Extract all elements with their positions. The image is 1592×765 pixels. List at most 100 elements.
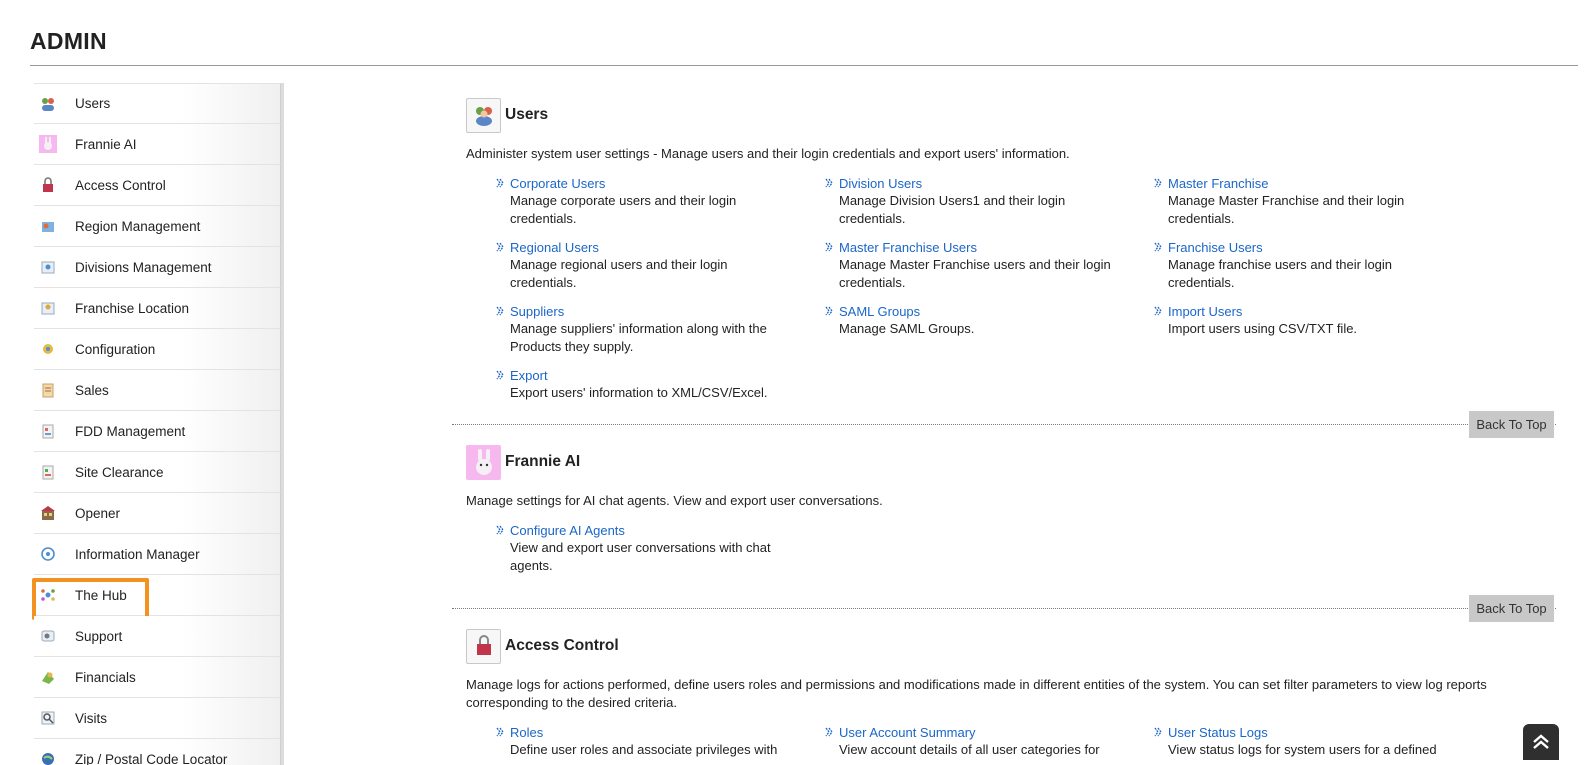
double-chevron-up-icon (1533, 734, 1549, 749)
user-account-summary-link[interactable]: User Account Summary (839, 724, 1125, 741)
title-divider (30, 65, 1578, 66)
sidebar-item-label: Access Control (75, 177, 166, 193)
sidebar-item-information-manager[interactable]: Information Manager (34, 534, 281, 575)
configure-ai-agents-link[interactable]: Configure AI Agents (510, 522, 796, 539)
sidebar-item-label: Sales (75, 382, 109, 398)
sidebar-item-zip-postal-code-locator[interactable]: Zip / Postal Code Locator (34, 739, 281, 765)
sidebar-item-franchise-location[interactable]: Franchise Location (34, 288, 281, 329)
link-description: Manage Master Franchise users and their … (839, 257, 1111, 290)
suppliers-link[interactable]: Suppliers (510, 303, 796, 320)
sidebar-item-label: FDD Management (75, 423, 186, 439)
location-icon (39, 299, 57, 317)
arrow-icon (496, 178, 504, 188)
sidebar-item-financials[interactable]: Financials (34, 657, 281, 698)
sidebar-item-label: Configuration (75, 341, 156, 357)
link-description: Manage suppliers' information along with… (510, 321, 767, 354)
link-description: Export users' information to XML/CSV/Exc… (510, 385, 768, 400)
sidebar-item-label: Frannie AI (75, 136, 137, 152)
section-header: Users (466, 96, 1562, 134)
support-icon (39, 627, 57, 645)
link-description: View account details of all user categor… (839, 742, 1100, 757)
master-franchise-link[interactable]: Master Franchise (1168, 175, 1454, 192)
arrow-icon (1154, 178, 1162, 188)
sidebar-item-label: Site Clearance (75, 464, 164, 480)
arrow-icon (496, 306, 504, 316)
users-icon (466, 97, 501, 133)
divisions-icon (39, 258, 57, 276)
link-item: Regional Users Manage regional users and … (496, 239, 796, 292)
frannie-ai-section: Frannie AI Manage settings for AI chat a… (452, 425, 1562, 622)
fdd-icon (39, 422, 57, 440)
corporate-users-link[interactable]: Corporate Users (510, 175, 796, 192)
link-description: Manage SAML Groups. (839, 321, 975, 336)
lock-icon (39, 176, 57, 194)
link-description: Import users using CSV/TXT file. (1168, 321, 1358, 336)
user-status-logs-link[interactable]: User Status Logs (1168, 724, 1454, 741)
link-description: Manage regional users and their login cr… (510, 257, 728, 290)
sidebar-item-configuration[interactable]: Configuration (34, 329, 281, 370)
lock-icon (466, 628, 501, 664)
link-item: User Account Summary View account details… (825, 724, 1125, 759)
arrow-icon (1154, 727, 1162, 737)
link-item: Export Export users' information to XML/C… (496, 367, 796, 402)
bunny-icon (39, 135, 57, 153)
export-link[interactable]: Export (510, 367, 796, 384)
access-links: Roles Define user roles and associate pri… (496, 724, 1562, 765)
sidebar-item-support[interactable]: Support (34, 616, 281, 657)
frannie-links: Configure AI Agents View and export user … (496, 522, 1562, 586)
users-icon (39, 95, 57, 113)
section-description: Administer system user settings - Manage… (466, 146, 1070, 161)
section-header: Frannie AI (466, 443, 1562, 481)
bunny-icon (466, 444, 501, 480)
sidebar-item-opener[interactable]: Opener (34, 493, 281, 534)
link-item: Division Users Manage Division Users1 and… (825, 175, 1125, 228)
arrow-icon (825, 178, 833, 188)
link-item: Configure AI Agents View and export user … (496, 522, 796, 575)
link-item: Franchise Users Manage franchise users an… (1154, 239, 1454, 292)
regional-users-link[interactable]: Regional Users (510, 239, 796, 256)
section-title: Access Control (505, 637, 619, 654)
sidebar-item-access-control[interactable]: Access Control (34, 165, 281, 206)
sidebar: Users Frannie AI Access Control Region M… (32, 83, 284, 765)
access-control-section: Access Control Manage logs for actions p… (452, 609, 1562, 765)
section-description: Manage logs for actions performed, defin… (466, 677, 1487, 710)
arrow-icon (1154, 306, 1162, 316)
sidebar-item-the-hub[interactable]: The Hub (32, 575, 281, 620)
link-description: Manage Division Users1 and their login c… (839, 193, 1066, 226)
scroll-to-top-button[interactable] (1523, 724, 1559, 760)
link-item: SAML Groups Manage SAML Groups. (825, 303, 1125, 356)
opener-icon (39, 504, 57, 522)
import-users-link[interactable]: Import Users (1168, 303, 1454, 320)
sidebar-item-label: Users (75, 96, 111, 111)
saml-groups-link[interactable]: SAML Groups (839, 303, 1125, 320)
sidebar-item-users[interactable]: Users (34, 83, 281, 124)
franchise-users-link[interactable]: Franchise Users (1168, 239, 1454, 256)
roles-link[interactable]: Roles (510, 724, 796, 741)
arrow-icon (496, 727, 504, 737)
main-content: Users Administer system user settings - … (452, 83, 1562, 765)
sidebar-item-frannie-ai[interactable]: Frannie AI (34, 124, 281, 165)
sidebar-item-fdd-management[interactable]: FDD Management (34, 411, 281, 452)
sidebar-item-sales[interactable]: Sales (34, 370, 281, 411)
sidebar-item-visits[interactable]: Visits (34, 698, 281, 739)
sidebar-item-region-management[interactable]: Region Management (34, 206, 281, 247)
arrow-icon (825, 306, 833, 316)
link-item: Master Franchise Manage Master Franchise … (1154, 175, 1454, 228)
sidebar-item-label: Support (75, 628, 123, 644)
sidebar-item-site-clearance[interactable]: Site Clearance (34, 452, 281, 493)
master-franchise-users-link[interactable]: Master Franchise Users (839, 239, 1125, 256)
page-title: ADMIN (30, 28, 107, 54)
config-icon (39, 340, 57, 358)
link-item: Import Users Import users using CSV/TXT f… (1154, 303, 1454, 356)
link-item: Roles Define user roles and associate pri… (496, 724, 796, 759)
region-icon (39, 217, 57, 235)
link-description: View status logs for system users for a … (1168, 742, 1437, 757)
sidebar-item-label: Franchise Location (75, 300, 190, 316)
sidebar-item-divisions-management[interactable]: Divisions Management (34, 247, 281, 288)
division-users-link[interactable]: Division Users (839, 175, 1125, 192)
sidebar-item-label: The Hub (75, 587, 127, 603)
sidebar-item-label: Zip / Postal Code Locator (75, 751, 228, 765)
sales-icon (39, 381, 57, 399)
link-description: View and export user conversations with … (510, 540, 771, 573)
hub-icon (39, 586, 57, 604)
